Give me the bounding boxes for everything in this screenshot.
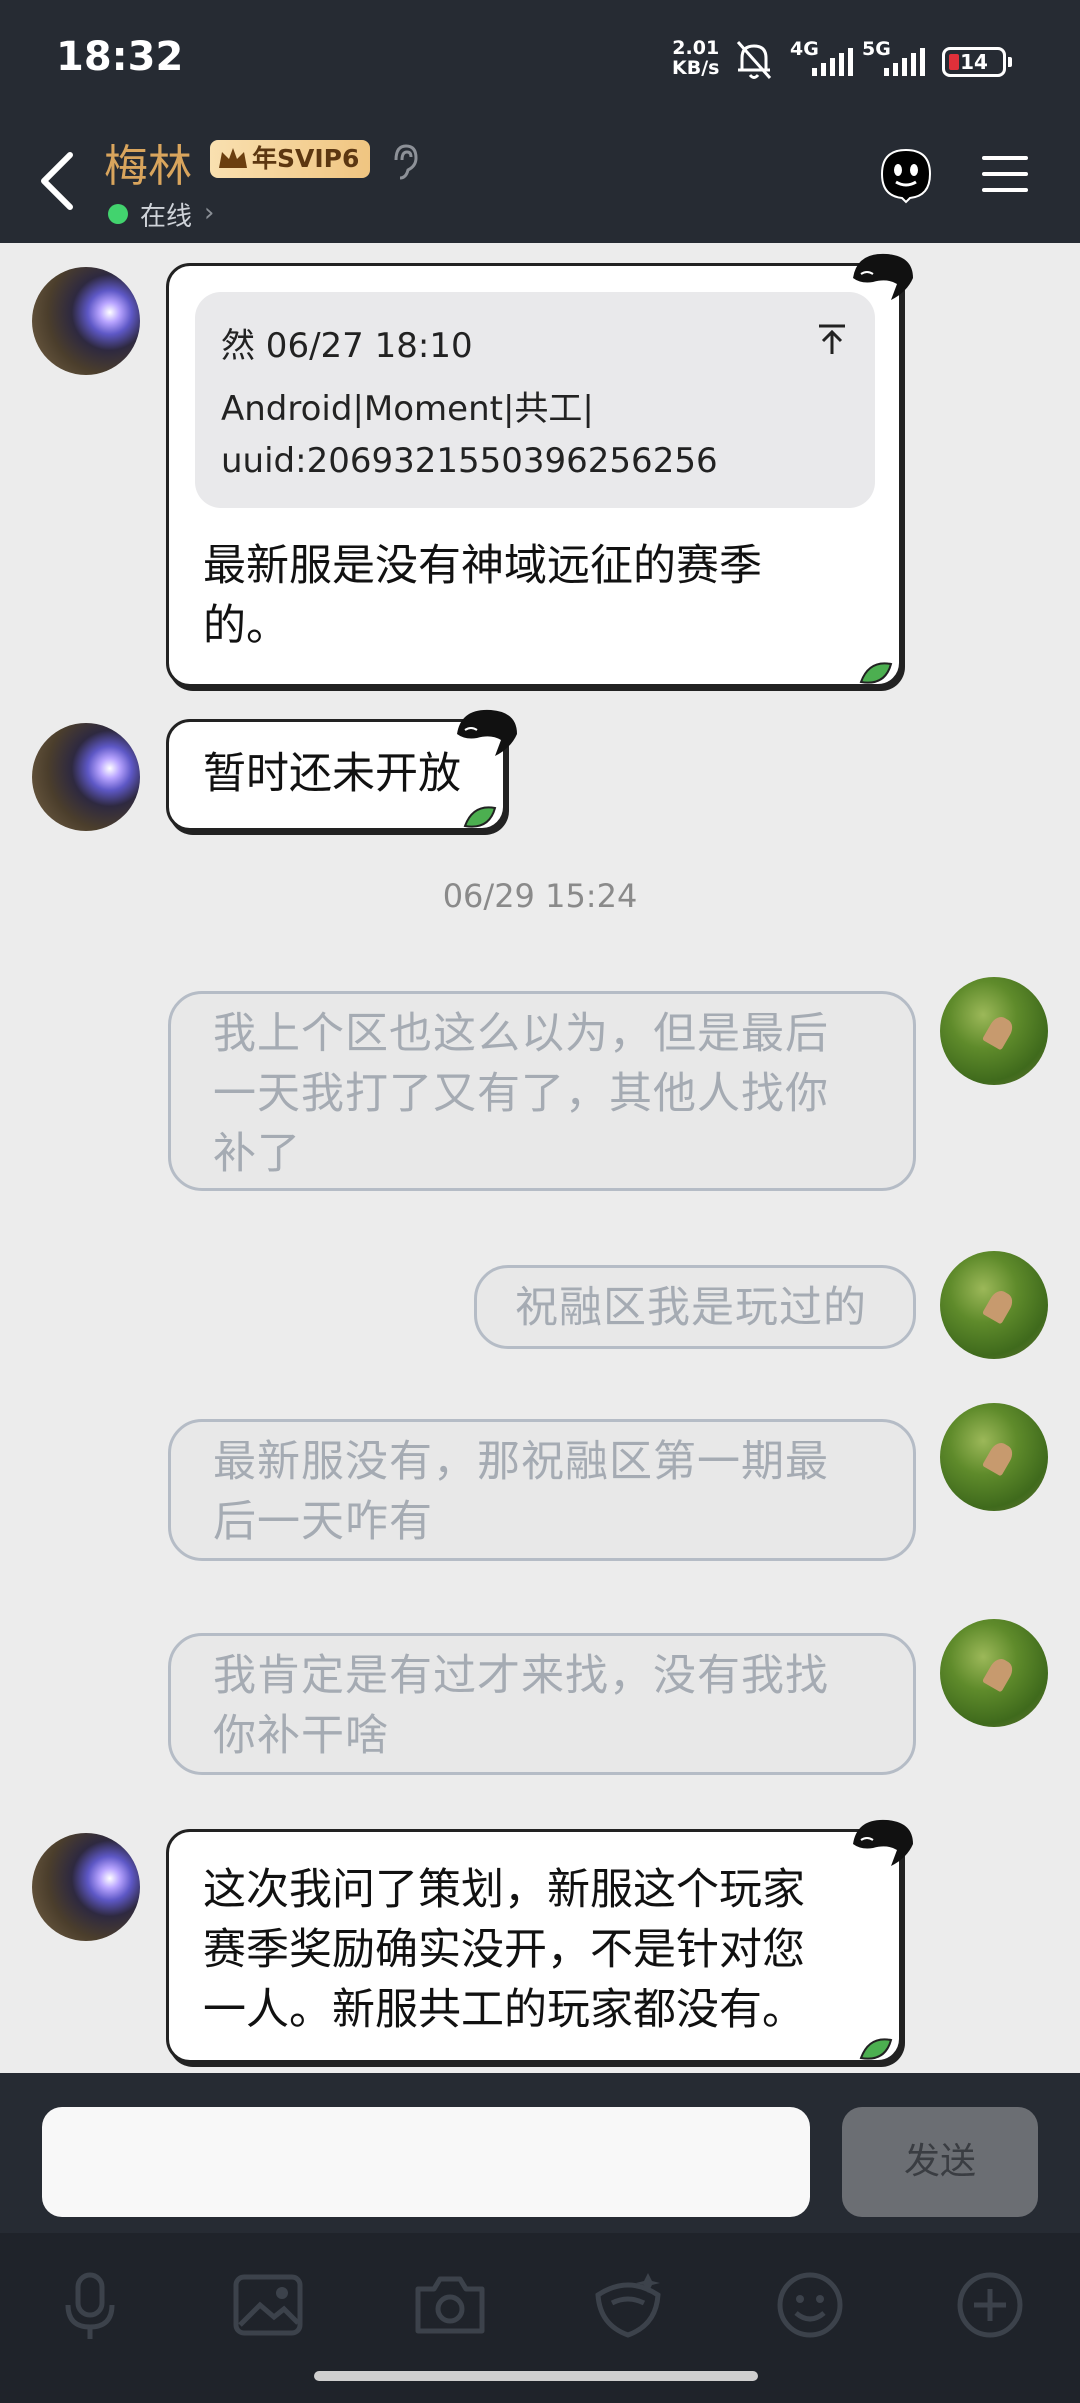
send-button[interactable]: 发送 (842, 2107, 1038, 2217)
quote-line: Android|Moment|共工| (221, 389, 594, 429)
contact-name[interactable]: 梅林 (104, 130, 192, 194)
message-text: 暂时还未开放 (203, 749, 461, 799)
svip-badge-label: 年SVIP6 (252, 144, 360, 173)
mute-bell-icon (736, 41, 772, 79)
net-speed-value: 2.01 (672, 37, 720, 59)
ear-icon (394, 144, 418, 180)
message-text: 你补干啥 (213, 1711, 389, 1761)
emoji-icon[interactable] (770, 2265, 850, 2345)
status-bar: 18:32 2.01 KB/s 4G 5G 14 (0, 0, 1080, 120)
quote-author-time: 然 06/27 18:10 (221, 326, 473, 366)
message-text: 祝融区我是玩过的 (515, 1283, 867, 1333)
image-icon[interactable] (228, 2265, 308, 2345)
contact-avatar[interactable] (32, 1833, 140, 1941)
message-text: 我肯定是有过才来找，没有我找 (213, 1651, 829, 1701)
camera-icon[interactable] (410, 2265, 490, 2345)
quoted-message[interactable]: 然 06/27 18:10 Android|Moment|共工| uuid:20… (195, 292, 875, 508)
message-bubble-outgoing[interactable]: 我肯定是有过才来找，没有我找 你补干啥 (168, 1633, 916, 1775)
signal-5g-icon (884, 48, 925, 76)
leaf-decoration-icon (463, 806, 506, 833)
message-text: 最新服是没有神域远征的赛季 (203, 541, 762, 591)
status-time: 18:32 (56, 34, 184, 80)
contact-avatar[interactable] (32, 723, 140, 831)
online-status-label[interactable]: 在线 (140, 196, 192, 233)
bubble-decoration-icon (853, 253, 913, 300)
bubble-decoration-icon (457, 709, 517, 756)
plus-icon[interactable] (950, 2265, 1030, 2345)
my-avatar[interactable] (940, 977, 1048, 1085)
chat-header: 梅林 年SVIP6 在线 › (0, 120, 1080, 243)
chevron-right-icon: › (204, 198, 215, 228)
battery-icon: 14 (942, 47, 1012, 77)
message-text: 补了 (213, 1129, 301, 1179)
timestamp-divider: 06/29 15:24 (442, 877, 638, 915)
my-avatar[interactable] (940, 1619, 1048, 1727)
input-bar: 发送 (0, 2073, 1080, 2233)
message-bubble-incoming[interactable]: 然 06/27 18:10 Android|Moment|共工| uuid:20… (166, 253, 913, 689)
net-speed-unit: KB/s (672, 57, 720, 79)
mic-icon[interactable] (50, 2265, 130, 2345)
bubble-decoration-icon (853, 1819, 913, 1866)
message-bubble-incoming[interactable]: 这次我问了策划，新服这个玩家 赛季奖励确实没开，不是针对您 一人。新服共工的玩家… (166, 1819, 913, 2065)
net-speed: 2.01 KB/s (672, 38, 719, 78)
online-status-dot (108, 204, 128, 224)
message-text: 一人。新服共工的玩家都没有。 (203, 1985, 805, 2035)
back-button[interactable] (30, 145, 90, 215)
message-input[interactable] (42, 2107, 810, 2217)
message-text: 这次我问了策划，新服这个玩家 (203, 1865, 805, 1915)
message-text: 最新服没有，那祝融区第一期最 (213, 1437, 829, 1487)
leaf-decoration-icon (859, 662, 902, 689)
message-bubble-outgoing[interactable]: 我上个区也这么以为，但是最后 一天我打了又有了，其他人找你 补了 (168, 991, 916, 1191)
message-list[interactable]: 然 06/27 18:10 Android|Moment|共工| uuid:20… (0, 243, 1080, 2073)
message-bubble-outgoing[interactable]: 最新服没有，那祝融区第一期最 后一天咋有 (168, 1419, 916, 1561)
svip-crown-icon (219, 148, 247, 168)
svip-badge[interactable]: 年SVIP6 (210, 140, 370, 178)
message-text: 一天我打了又有了，其他人找你 (213, 1069, 829, 1119)
leaf-decoration-icon (859, 2038, 902, 2065)
my-avatar[interactable] (940, 1403, 1048, 1511)
contact-avatar[interactable] (32, 267, 140, 375)
message-text: 后一天咋有 (213, 1497, 433, 1547)
message-bubble-outgoing[interactable]: 祝融区我是玩过的 (474, 1265, 916, 1349)
my-avatar[interactable] (940, 1251, 1048, 1359)
message-text: 赛季奖励确实没开，不是针对您 (203, 1925, 805, 1975)
menu-icon[interactable] (980, 152, 1030, 196)
quote-line: uuid:2069321550396256256 (221, 441, 718, 481)
message-bubble-incoming[interactable]: 暂时还未开放 (166, 709, 517, 833)
redpacket-icon[interactable] (588, 2265, 668, 2345)
qq-face-icon[interactable] (876, 144, 936, 204)
home-indicator[interactable] (314, 2371, 758, 2381)
message-text: 我上个区也这么以为，但是最后 (213, 1009, 829, 1059)
message-text: 的。 (203, 601, 289, 651)
signal-4g-icon (812, 48, 853, 76)
scroll-to-top-icon[interactable] (815, 322, 849, 356)
